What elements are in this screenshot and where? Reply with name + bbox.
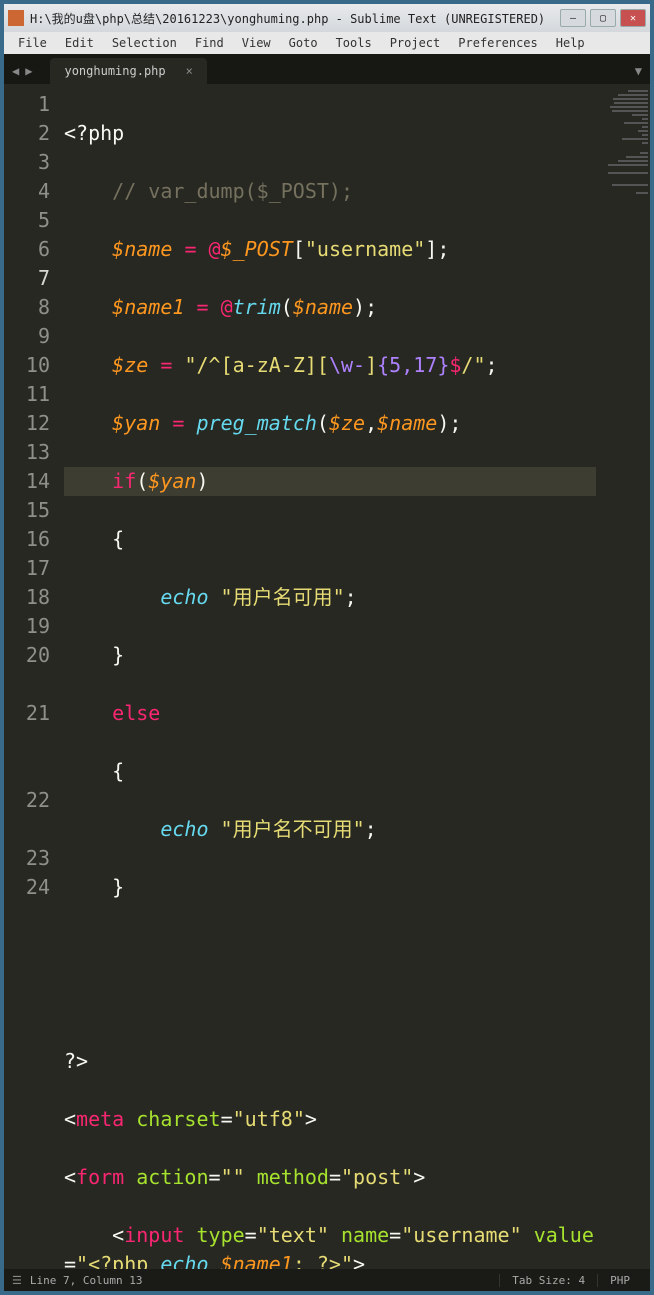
maximize-button[interactable]: ▢ xyxy=(590,9,616,27)
tab-close-icon[interactable]: × xyxy=(186,64,193,78)
line-number: 21 xyxy=(10,699,50,728)
code-area[interactable]: <?php // var_dump($_POST); $name = @$_PO… xyxy=(60,84,600,1269)
line-number: 8 xyxy=(10,293,50,322)
code-line: echo "用户名不可用"; xyxy=(64,815,596,844)
language-mode[interactable]: PHP xyxy=(597,1274,642,1287)
app-icon xyxy=(8,10,24,26)
line-number: 2 xyxy=(10,119,50,148)
gutter[interactable]: 1 2 3 4 5 6 7 8 9 10 11 12 13 14 15 16 1… xyxy=(4,84,60,1269)
tab-overflow-icon[interactable]: ▼ xyxy=(635,64,642,84)
menu-find[interactable]: Find xyxy=(187,34,232,52)
chevron-right-icon[interactable]: ▶ xyxy=(25,64,32,78)
code-line: $ze = "/^[a-zA-Z][\w-]{5,17}$/"; xyxy=(64,351,596,380)
minimize-button[interactable]: — xyxy=(560,9,586,27)
cursor-position: Line 7, Column 13 xyxy=(30,1274,143,1287)
tab-nav-arrows[interactable]: ◀ ▶ xyxy=(12,64,32,84)
file-tab[interactable]: yonghuming.php × xyxy=(50,58,206,84)
code-line: $name = @$_POST["username"]; xyxy=(64,235,596,264)
code-line: else xyxy=(64,699,596,728)
line-number: 1 xyxy=(10,90,50,119)
code-line: } xyxy=(64,873,596,902)
code-line: <?php xyxy=(64,119,596,148)
line-number: 17 xyxy=(10,554,50,583)
app-window: H:\我的u盘\php\总结\20161223\yonghuming.php -… xyxy=(0,0,654,1295)
line-number: 4 xyxy=(10,177,50,206)
code-line: $name1 = @trim($name); xyxy=(64,293,596,322)
line-number: 3 xyxy=(10,148,50,177)
line-number: 6 xyxy=(10,235,50,264)
line-number: 24 xyxy=(10,873,50,902)
code-line: <meta charset="utf8"> xyxy=(64,1105,596,1134)
code-line: if($yan) xyxy=(64,467,596,496)
line-number: 13 xyxy=(10,438,50,467)
code-line: { xyxy=(64,757,596,786)
menu-icon[interactable]: ☰ xyxy=(12,1274,22,1287)
line-number: 16 xyxy=(10,525,50,554)
code-line: } xyxy=(64,641,596,670)
window-buttons: — ▢ ✕ xyxy=(560,9,646,27)
line-number: 11 xyxy=(10,380,50,409)
line-number: 14 xyxy=(10,467,50,496)
menu-view[interactable]: View xyxy=(234,34,279,52)
line-number: 18 xyxy=(10,583,50,612)
line-number: 20 xyxy=(10,641,50,670)
line-number: 12 xyxy=(10,409,50,438)
code-line xyxy=(64,931,596,960)
editor: 1 2 3 4 5 6 7 8 9 10 11 12 13 14 15 16 1… xyxy=(4,84,650,1269)
minimap[interactable] xyxy=(600,84,650,1269)
line-number: 23 xyxy=(10,844,50,873)
menu-preferences[interactable]: Preferences xyxy=(450,34,545,52)
chevron-left-icon[interactable]: ◀ xyxy=(12,64,19,78)
menu-edit[interactable]: Edit xyxy=(57,34,102,52)
menu-file[interactable]: File xyxy=(10,34,55,52)
statusbar: ☰ Line 7, Column 13 Tab Size: 4 PHP xyxy=(4,1269,650,1291)
menu-project[interactable]: Project xyxy=(382,34,449,52)
menu-selection[interactable]: Selection xyxy=(104,34,185,52)
tab-size[interactable]: Tab Size: 4 xyxy=(499,1274,597,1287)
line-number: 10 xyxy=(10,351,50,380)
line-number: 15 xyxy=(10,496,50,525)
window-title: H:\我的u盘\php\总结\20161223\yonghuming.php -… xyxy=(30,10,560,27)
line-number: 19 xyxy=(10,612,50,641)
code-line xyxy=(64,989,596,1018)
titlebar[interactable]: H:\我的u盘\php\总结\20161223\yonghuming.php -… xyxy=(4,4,650,32)
menu-tools[interactable]: Tools xyxy=(328,34,380,52)
tabbar: ◀ ▶ yonghuming.php × ▼ xyxy=(4,54,650,84)
code-line: echo "用户名可用"; xyxy=(64,583,596,612)
code-line: <input type="text" name="username" value… xyxy=(64,1221,596,1269)
code-line: // var_dump($_POST); xyxy=(64,177,596,206)
code-line: <form action="" method="post"> xyxy=(64,1163,596,1192)
close-button[interactable]: ✕ xyxy=(620,9,646,27)
code-line: { xyxy=(64,525,596,554)
tab-label: yonghuming.php xyxy=(64,64,165,78)
line-number: 9 xyxy=(10,322,50,351)
line-number: 7 xyxy=(10,264,50,293)
line-number: 5 xyxy=(10,206,50,235)
menubar: File Edit Selection Find View Goto Tools… xyxy=(4,32,650,54)
menu-goto[interactable]: Goto xyxy=(281,34,326,52)
line-number: 22 xyxy=(10,786,50,815)
code-line: $yan = preg_match($ze,$name); xyxy=(64,409,596,438)
menu-help[interactable]: Help xyxy=(548,34,593,52)
code-line: ?> xyxy=(64,1047,596,1076)
